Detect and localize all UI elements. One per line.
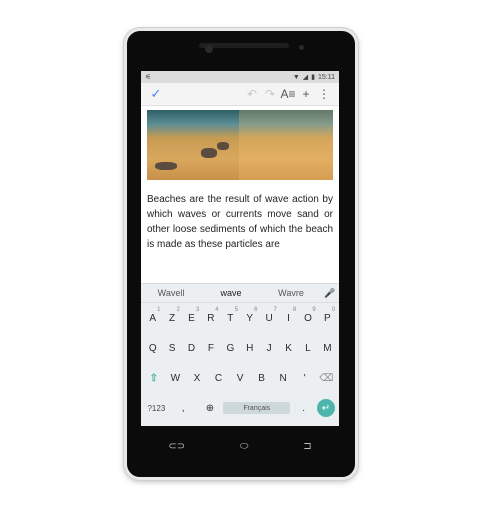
key-k[interactable]: K: [279, 343, 298, 354]
key-a[interactable]: 1A: [143, 307, 162, 324]
key-comma[interactable]: ,: [170, 403, 197, 414]
key-z[interactable]: 2Z: [162, 307, 181, 324]
undo-icon[interactable]: ↶: [243, 87, 261, 101]
key-x[interactable]: X: [186, 373, 208, 384]
navigation-bar: ⊂⊃ ⬭ ⊐: [141, 431, 339, 461]
enter-icon[interactable]: ↵: [316, 399, 335, 417]
signal-icon: ◢: [302, 74, 309, 81]
key-period[interactable]: .: [290, 403, 317, 414]
screen: ⚟ ▼ ◢ ▮ 15:11 ✓ ↶ ↷ A≡ + ⋮ Beaches are t…: [141, 71, 339, 426]
key-l[interactable]: L: [298, 343, 317, 354]
rock-shape: [155, 162, 177, 170]
suggestion-right[interactable]: Wavre: [261, 288, 321, 298]
text-format-icon[interactable]: A≡: [279, 87, 297, 101]
globe-icon[interactable]: ⊕: [197, 403, 224, 414]
key-s[interactable]: S: [162, 343, 181, 354]
key-q[interactable]: Q: [143, 343, 162, 354]
spacebar[interactable]: Français: [223, 402, 291, 414]
key-u[interactable]: 7U: [259, 307, 278, 324]
status-time: 15:11: [318, 73, 335, 81]
key-v[interactable]: V: [229, 373, 251, 384]
shift-icon[interactable]: ⇧: [143, 373, 165, 384]
key-o[interactable]: 9O: [298, 307, 317, 324]
key-r[interactable]: 4R: [201, 307, 220, 324]
key-h[interactable]: H: [240, 343, 259, 354]
suggestion-middle[interactable]: wave: [201, 288, 261, 298]
home-icon[interactable]: ⬭: [240, 441, 249, 452]
keyboard-row-3: ⇧ W X C V B N ' ⌫: [141, 363, 339, 393]
key-y[interactable]: 6Y: [240, 307, 259, 324]
front-camera: [205, 45, 213, 53]
key-f[interactable]: F: [201, 343, 220, 354]
backspace-icon[interactable]: ⌫: [316, 373, 338, 384]
key-j[interactable]: J: [259, 343, 278, 354]
key-e[interactable]: 3E: [182, 307, 201, 324]
key-m[interactable]: M: [318, 343, 337, 354]
rock-shape: [201, 148, 217, 158]
done-icon[interactable]: ✓: [147, 86, 165, 102]
beach-image[interactable]: [147, 110, 333, 180]
key-c[interactable]: C: [208, 373, 230, 384]
keyboard-row-4: ?123 , ⊕ Français . ↵: [141, 393, 339, 423]
keyboard-row-1: 1A 2Z 3E 4R 5T 6Y 7U 8I 9O 0P: [141, 303, 339, 333]
key-t[interactable]: 5T: [221, 307, 240, 324]
image-selection-overlay: [239, 110, 333, 180]
redo-icon[interactable]: ↷: [261, 87, 279, 101]
key-g[interactable]: G: [221, 343, 240, 354]
key-apostrophe[interactable]: ': [294, 373, 316, 384]
key-d[interactable]: D: [182, 343, 201, 354]
rock-shape: [217, 142, 229, 150]
on-screen-keyboard: Wavell wave Wavre 🎤 1A 2Z 3E 4R 5T 6Y 7U…: [141, 283, 339, 426]
keyboard-row-2: Q S D F G H J K L M: [141, 333, 339, 363]
key-w[interactable]: W: [165, 373, 187, 384]
phone-frame: ⚟ ▼ ◢ ▮ 15:11 ✓ ↶ ↷ A≡ + ⋮ Beaches are t…: [124, 28, 358, 480]
document-area[interactable]: Beaches are the result of wave action by…: [141, 106, 339, 256]
key-i[interactable]: 8I: [279, 307, 298, 324]
proximity-sensor: [299, 45, 304, 50]
doc-toolbar: ✓ ↶ ↷ A≡ + ⋮: [141, 83, 339, 106]
notification-icon: ⚟: [145, 74, 152, 81]
document-body-text[interactable]: Beaches are the result of wave action by…: [147, 192, 333, 252]
more-options-icon[interactable]: ⋮: [315, 87, 333, 101]
suggestion-left[interactable]: Wavell: [141, 288, 201, 298]
battery-icon: ▮: [311, 74, 315, 81]
microphone-icon[interactable]: 🎤: [321, 288, 339, 299]
status-bar: ⚟ ▼ ◢ ▮ 15:11: [141, 71, 339, 83]
insert-plus-icon[interactable]: +: [297, 87, 315, 101]
back-icon[interactable]: ⊂⊃: [168, 441, 185, 452]
suggestion-strip: Wavell wave Wavre 🎤: [141, 284, 339, 303]
key-p[interactable]: 0P: [318, 307, 337, 324]
recent-apps-icon[interactable]: ⊐: [303, 441, 311, 452]
wifi-icon: ▼: [292, 73, 300, 81]
key-n[interactable]: N: [272, 373, 294, 384]
key-b[interactable]: B: [251, 373, 273, 384]
symbols-key[interactable]: ?123: [143, 404, 170, 413]
